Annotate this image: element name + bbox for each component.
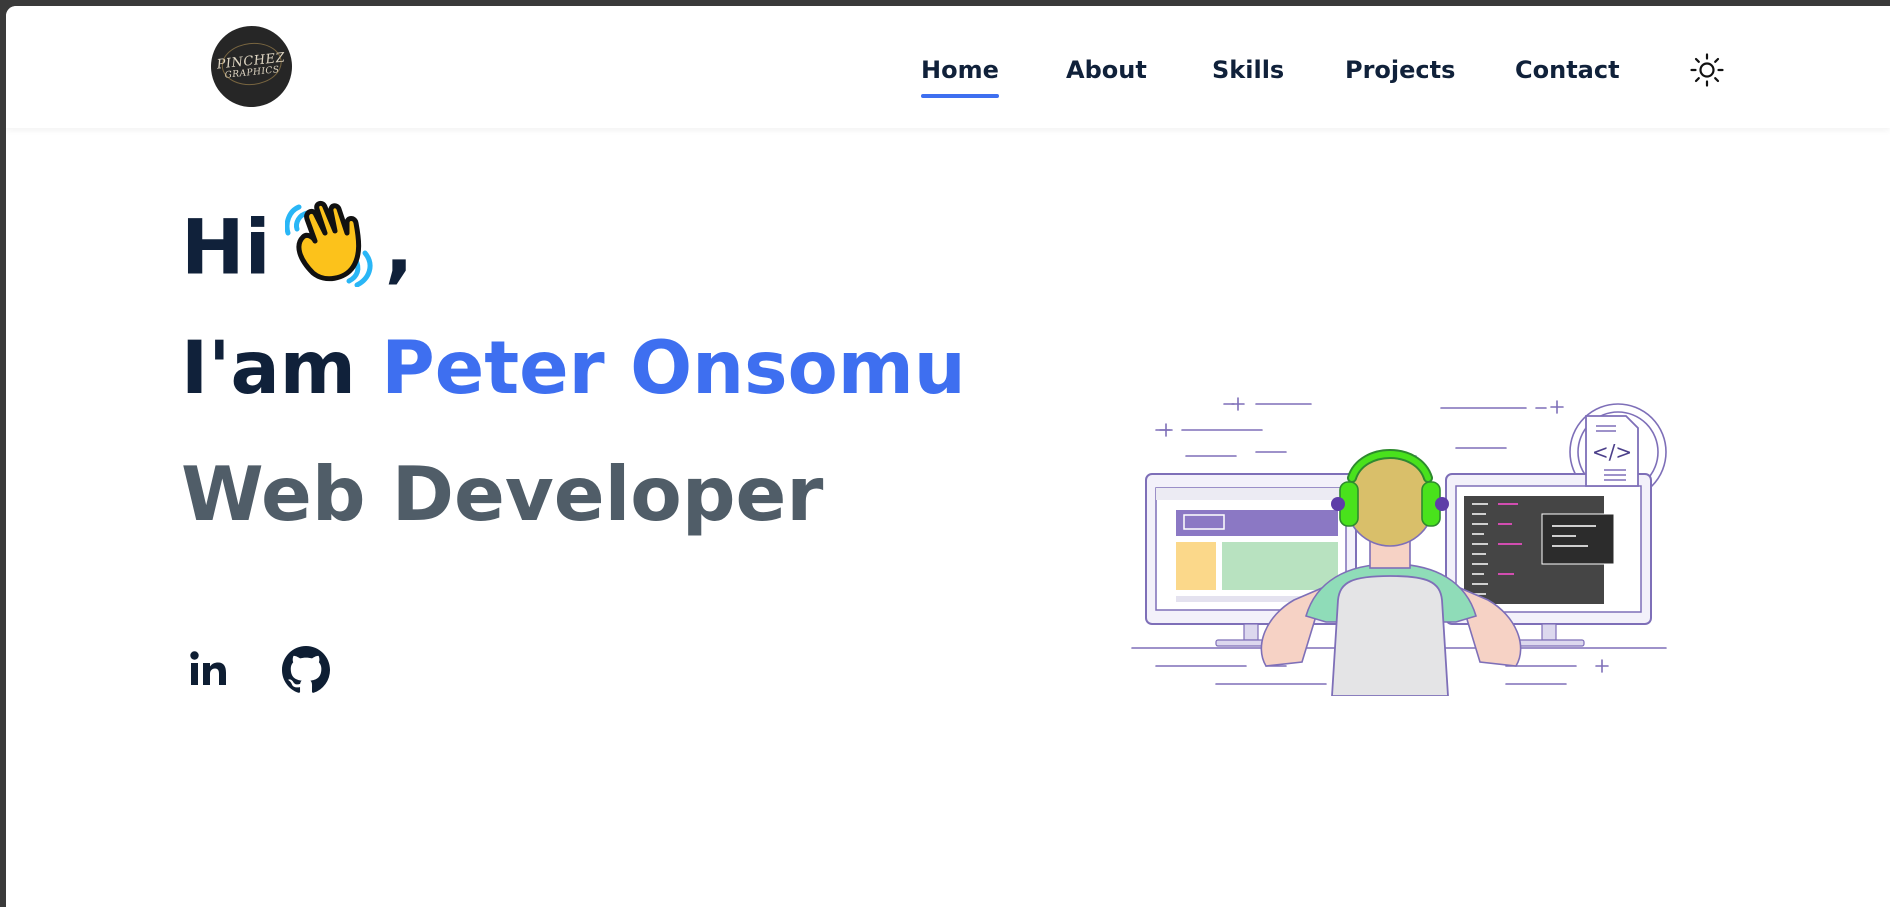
theme-toggle-button[interactable] [1689, 52, 1725, 88]
hero-role: Web Developer [181, 450, 824, 538]
waving-hand-icon [284, 189, 379, 316]
developer-at-desk-illustration: </> [1131, 397, 1667, 696]
site-logo[interactable]: PINCHEZ GRAPHICS [206, 21, 297, 112]
greeting-text: Hi [181, 202, 271, 292]
nav-projects[interactable]: Projects [1345, 56, 1455, 84]
code-tag-label: </> [1592, 440, 1632, 464]
nav-home[interactable]: Home [921, 56, 999, 98]
greeting-punct: , [384, 202, 414, 292]
linkedin-link[interactable] [184, 646, 232, 694]
github-icon [282, 646, 330, 693]
developer-name: Peter Onsomu [381, 326, 966, 411]
nav-about[interactable]: About [1066, 56, 1147, 84]
hero-intro: I'am Peter Onsomu [181, 314, 966, 424]
hero-greeting: Hi , [181, 189, 414, 316]
nav-skills[interactable]: Skills [1212, 56, 1284, 84]
nav-contact[interactable]: Contact [1515, 56, 1620, 84]
sun-icon [1690, 53, 1724, 87]
github-link[interactable] [282, 646, 330, 694]
intro-text: I'am [181, 326, 356, 411]
linkedin-icon [190, 651, 226, 685]
browser-page: PINCHEZ GRAPHICS Home About Skills Proje… [6, 6, 1890, 907]
top-navbar: PINCHEZ GRAPHICS Home About Skills Proje… [6, 6, 1890, 128]
